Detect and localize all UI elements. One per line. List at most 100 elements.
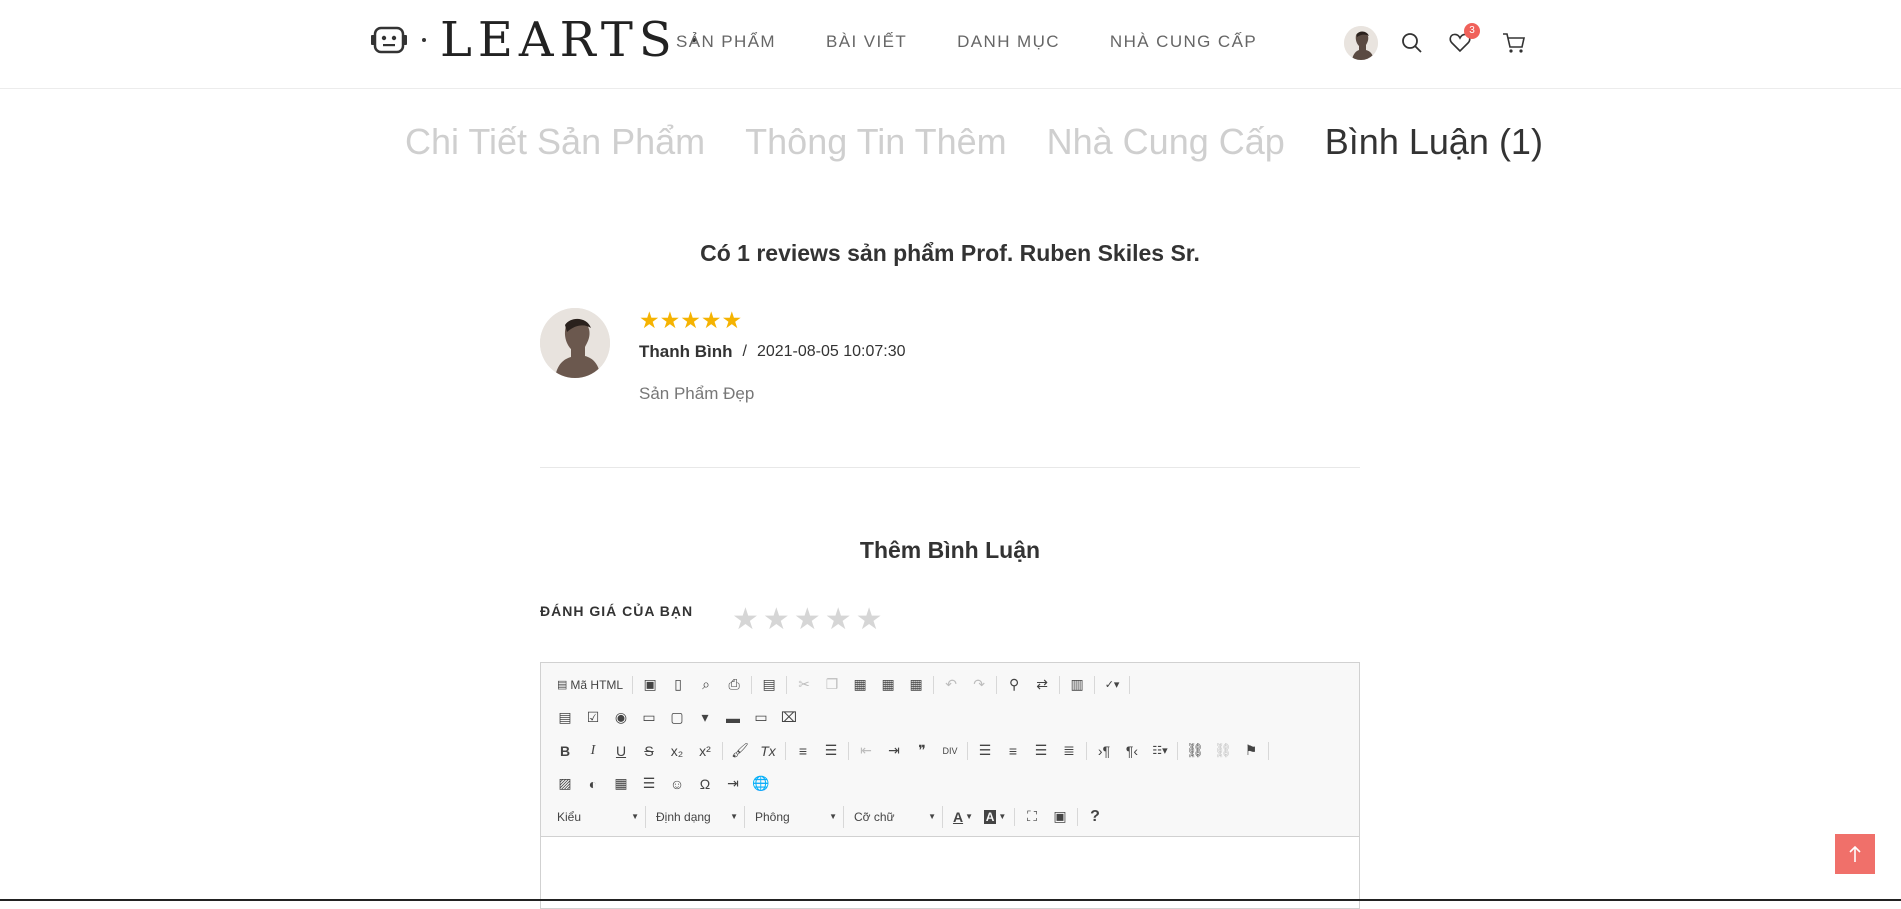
bg-color-icon[interactable]: A ▼ [979, 805, 1011, 829]
print-icon[interactable]: ⎙ [720, 673, 748, 697]
format-combo[interactable]: Định dạng ▼ [650, 805, 745, 828]
save-icon[interactable]: ▣ [636, 673, 664, 697]
table-icon[interactable]: ▦ [607, 772, 635, 796]
rating-star-3[interactable]: ★ [794, 602, 821, 638]
styles-combo[interactable]: Kiểu ▼ [551, 805, 646, 828]
link-icon[interactable]: ⛓ [1181, 739, 1209, 763]
strikethrough-icon[interactable]: S [635, 739, 663, 763]
help-button[interactable]: ? [1081, 805, 1109, 829]
tab-product-details[interactable]: Chi Tiết Sản Phẩm [405, 118, 705, 166]
copy-format-icon[interactable]: 🖌 [726, 739, 754, 763]
nav-item-suppliers[interactable]: NHÀ CUNG CẤP [1110, 30, 1257, 54]
find-icon[interactable]: ⚲ [1000, 673, 1028, 697]
nav-item-posts[interactable]: BÀI VIẾT [826, 30, 907, 54]
unlink-icon[interactable]: ⛓ [1209, 739, 1237, 763]
image-button-icon[interactable]: ▭ [747, 706, 775, 730]
templates-icon[interactable]: ▤ [755, 673, 783, 697]
toolbar-separator [996, 675, 998, 694]
anchor-flag-icon[interactable]: ⚑ [1237, 739, 1265, 763]
font-size-combo[interactable]: Cỡ chữ ▼ [848, 805, 943, 828]
checkbox-icon[interactable]: ☑ [579, 706, 607, 730]
meta-separator: / [742, 343, 747, 360]
button-field-icon[interactable]: ▬ [719, 706, 747, 730]
numbered-list-icon[interactable]: ≡ [789, 739, 817, 763]
toolbar-separator [1129, 675, 1131, 694]
indent-icon[interactable]: ⇥ [880, 739, 908, 763]
special-char-icon[interactable]: Ω [691, 772, 719, 796]
tab-comments[interactable]: Bình Luận (1) [1325, 118, 1543, 166]
preview-icon[interactable]: ⌕ [692, 673, 720, 697]
outdent-icon[interactable]: ⇤ [852, 739, 880, 763]
flash-icon[interactable]: ◐ [579, 772, 607, 796]
smiley-icon[interactable]: ☺ [663, 772, 691, 796]
ltr-icon[interactable]: ›¶ [1090, 739, 1118, 763]
paste-word-icon[interactable]: ▦ [902, 673, 930, 697]
select-all-icon[interactable]: ▥ [1063, 673, 1091, 697]
search-icon[interactable] [1398, 29, 1426, 57]
back-to-top-button[interactable] [1835, 834, 1875, 874]
toolbar-separator [1059, 675, 1061, 694]
spellcheck-icon[interactable]: ✓▾ [1098, 673, 1126, 697]
font-combo[interactable]: Phông ▼ [749, 805, 844, 828]
align-center-icon[interactable]: ≡ [999, 739, 1027, 763]
italic-icon[interactable]: I [579, 739, 607, 763]
nav-item-products[interactable]: SẢN PHẨM [676, 30, 776, 54]
add-comment-title: Thêm Bình Luận [859, 537, 1041, 563]
source-html-button[interactable]: ▤ Mã HTML [551, 673, 629, 697]
select-field-icon[interactable]: ▾ [691, 706, 719, 730]
rating-star-4[interactable]: ★ [825, 602, 852, 638]
new-page-icon[interactable]: ▯ [664, 673, 692, 697]
rating-star-5[interactable]: ★ [856, 602, 883, 638]
blockquote-icon[interactable]: ❞ [908, 739, 936, 763]
cut-icon[interactable]: ✂ [790, 673, 818, 697]
rating-star-2[interactable]: ★ [763, 602, 790, 638]
star-icon: ★ [680, 307, 701, 333]
rtl-icon[interactable]: ¶‹ [1118, 739, 1146, 763]
rating-star-1[interactable]: ★ [732, 602, 759, 638]
hidden-field-icon[interactable]: ⌧ [775, 706, 803, 730]
remove-format-icon[interactable]: Tx [754, 739, 782, 763]
logo[interactable]: LEARTS [370, 14, 696, 66]
underline-icon[interactable]: U [607, 739, 635, 763]
textarea-icon[interactable]: ▢ [663, 706, 691, 730]
redo-icon[interactable]: ↷ [965, 673, 993, 697]
undo-icon[interactable]: ↶ [937, 673, 965, 697]
bold-icon[interactable]: B [551, 739, 579, 763]
bulleted-list-icon[interactable]: ☰ [817, 739, 845, 763]
language-icon[interactable]: ☷▾ [1146, 739, 1174, 763]
show-blocks-icon[interactable]: ▣ [1046, 805, 1074, 829]
reviewer-avatar [540, 308, 610, 378]
tab-supplier[interactable]: Nhà Cung Cấp [1047, 118, 1285, 166]
align-left-icon[interactable]: ☰ [971, 739, 999, 763]
div-container-icon[interactable]: DIV [936, 739, 964, 763]
iframe-icon[interactable]: 🌐 [747, 772, 775, 796]
form-icon[interactable]: ▤ [551, 706, 579, 730]
wishlist-heart-icon[interactable]: 3 [1446, 23, 1480, 57]
replace-icon[interactable]: ⇄ [1028, 673, 1056, 697]
chevron-down-icon: ▼ [730, 812, 738, 821]
review-rating: ★ ★ ★ ★ ★ [639, 308, 742, 332]
page-break-icon[interactable]: ⇥ [719, 772, 747, 796]
tab-more-info[interactable]: Thông Tin Thêm [745, 118, 1006, 166]
copy-icon[interactable]: ❐ [818, 673, 846, 697]
subscript-icon[interactable]: x₂ [663, 739, 691, 763]
editor-content-area[interactable] [541, 837, 1359, 907]
paste-icon[interactable]: ▦ [846, 673, 874, 697]
maximize-icon[interactable]: ⛶ [1018, 805, 1046, 829]
cart-icon[interactable] [1500, 29, 1528, 57]
user-avatar[interactable] [1344, 26, 1378, 60]
align-right-icon[interactable]: ☰ [1027, 739, 1055, 763]
justify-icon[interactable]: ≣ [1055, 739, 1083, 763]
superscript-icon[interactable]: x² [691, 739, 719, 763]
radio-icon[interactable]: ◉ [607, 706, 635, 730]
chevron-down-icon: ▼ [829, 812, 837, 821]
image-icon[interactable]: ▨ [551, 772, 579, 796]
font-size-combo-label: Cỡ chữ [854, 809, 895, 824]
toolbar-separator [1014, 807, 1015, 826]
toolbar-separator [785, 741, 786, 760]
paste-text-icon[interactable]: ▦ [874, 673, 902, 697]
textfield-icon[interactable]: ▭ [635, 706, 663, 730]
horizontal-line-icon[interactable]: ☰ [635, 772, 663, 796]
nav-item-categories[interactable]: DANH MỤC [957, 30, 1060, 54]
text-color-icon[interactable]: A ▼ [947, 805, 979, 829]
